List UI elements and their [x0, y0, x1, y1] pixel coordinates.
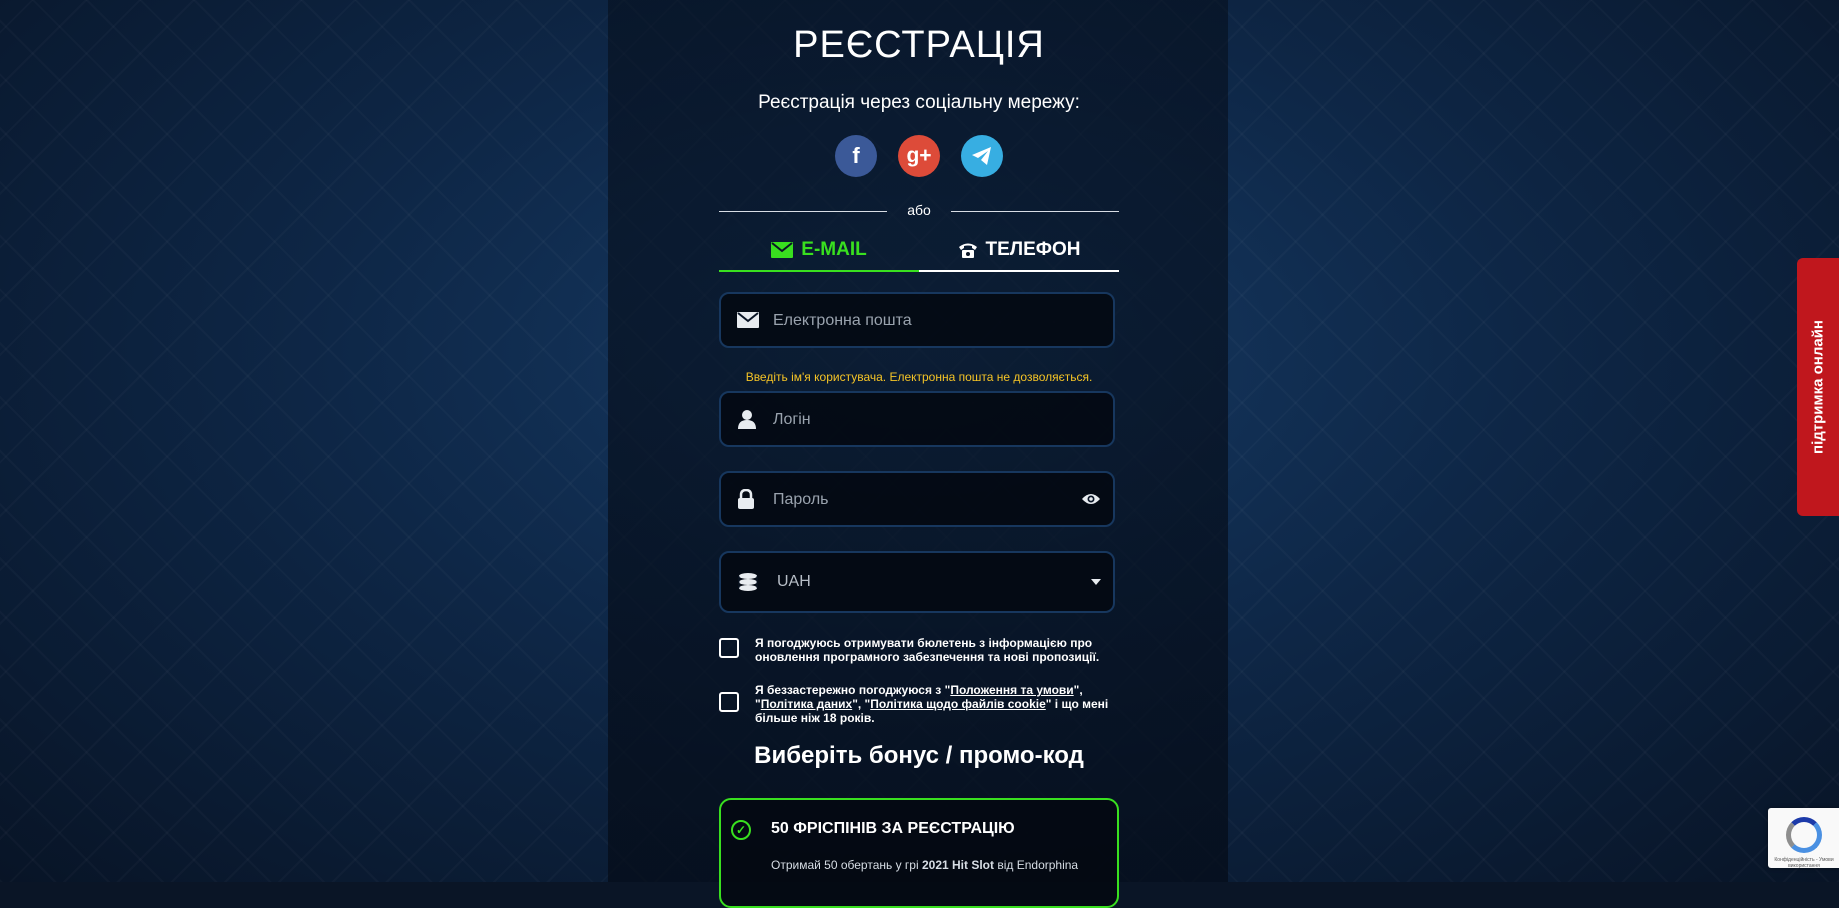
- bonus-description: Отримай 50 обертань у грі 2021 Hit Slot …: [771, 858, 1079, 872]
- newsletter-checkbox[interactable]: [719, 638, 739, 658]
- user-icon: [738, 410, 756, 429]
- online-support-button[interactable]: підтримка онлайн: [1797, 258, 1839, 516]
- newsletter-text: Я погоджуюсь отримувати бюлетень з інфор…: [755, 636, 1100, 664]
- check-circle-icon: ✓: [731, 820, 751, 840]
- coins-icon: [738, 573, 758, 591]
- telegram-button[interactable]: [961, 135, 1003, 177]
- email-field: [719, 292, 1115, 348]
- terms-link[interactable]: Положення та умови: [950, 683, 1073, 697]
- phone-icon: [958, 243, 977, 258]
- envelope-icon: [771, 242, 794, 258]
- data-policy-link[interactable]: Політика даних: [761, 697, 852, 711]
- social-buttons: f g+: [719, 135, 1119, 177]
- divider-text: або: [907, 202, 931, 218]
- bonus-card[interactable]: ✓ 50 ФРІСПІНІВ ЗА РЕЄСТРАЦІЮ Отримай 50 …: [719, 798, 1119, 908]
- online-support-label: підтримка онлайн: [1809, 320, 1827, 454]
- email-input[interactable]: [771, 294, 1063, 348]
- google-plus-icon: g+: [906, 144, 932, 167]
- currency-value: UAH: [777, 573, 811, 590]
- bonus-section-title: Виберіть бонус / промо-код: [754, 742, 1084, 769]
- telegram-icon: [972, 147, 991, 165]
- password-field: [719, 471, 1115, 527]
- tab-phone-label: ТЕЛЕФОН: [985, 239, 1081, 260]
- eye-icon[interactable]: [1081, 492, 1101, 506]
- page-title: РЕЄСТРАЦІЯ: [793, 24, 1045, 66]
- password-input[interactable]: [771, 473, 1063, 527]
- tab-phone[interactable]: ТЕЛЕФОН: [919, 230, 1119, 272]
- lock-icon: [738, 489, 754, 509]
- login-input[interactable]: [771, 393, 1063, 447]
- recaptcha-icon: [1786, 817, 1822, 853]
- social-signup-label: Реєстрація через соціальну мережу:: [758, 92, 1080, 113]
- envelope-icon: [737, 312, 759, 328]
- login-hint: Введіть ім'я користувача. Електронна пош…: [745, 370, 1093, 384]
- tab-email[interactable]: E-MAIL: [719, 230, 919, 272]
- terms-checkbox[interactable]: [719, 692, 739, 712]
- or-divider: або: [719, 200, 1119, 222]
- bonus-name: 50 ФРІСПІНІВ ЗА РЕЄСТРАЦІЮ: [771, 820, 1015, 837]
- facebook-button[interactable]: f: [835, 135, 877, 177]
- recaptcha-text: Конфіденційність - Умови використання: [1774, 857, 1834, 869]
- caret-down-icon: [1091, 579, 1101, 585]
- cookie-policy-link[interactable]: Політика щодо файлів cookie: [870, 697, 1046, 711]
- recaptcha-badge[interactable]: Конфіденційність - Умови використання: [1768, 808, 1839, 869]
- signup-method-tabs: E-MAIL ТЕЛЕФОН: [719, 230, 1119, 272]
- terms-text: Я беззастережно погоджуюся з "Положення …: [755, 683, 1109, 725]
- login-field: [719, 391, 1115, 447]
- tab-email-label: E-MAIL: [801, 239, 867, 260]
- google-plus-button[interactable]: g+: [898, 135, 940, 177]
- facebook-icon: f: [852, 143, 860, 168]
- currency-select[interactable]: UAH: [719, 551, 1115, 613]
